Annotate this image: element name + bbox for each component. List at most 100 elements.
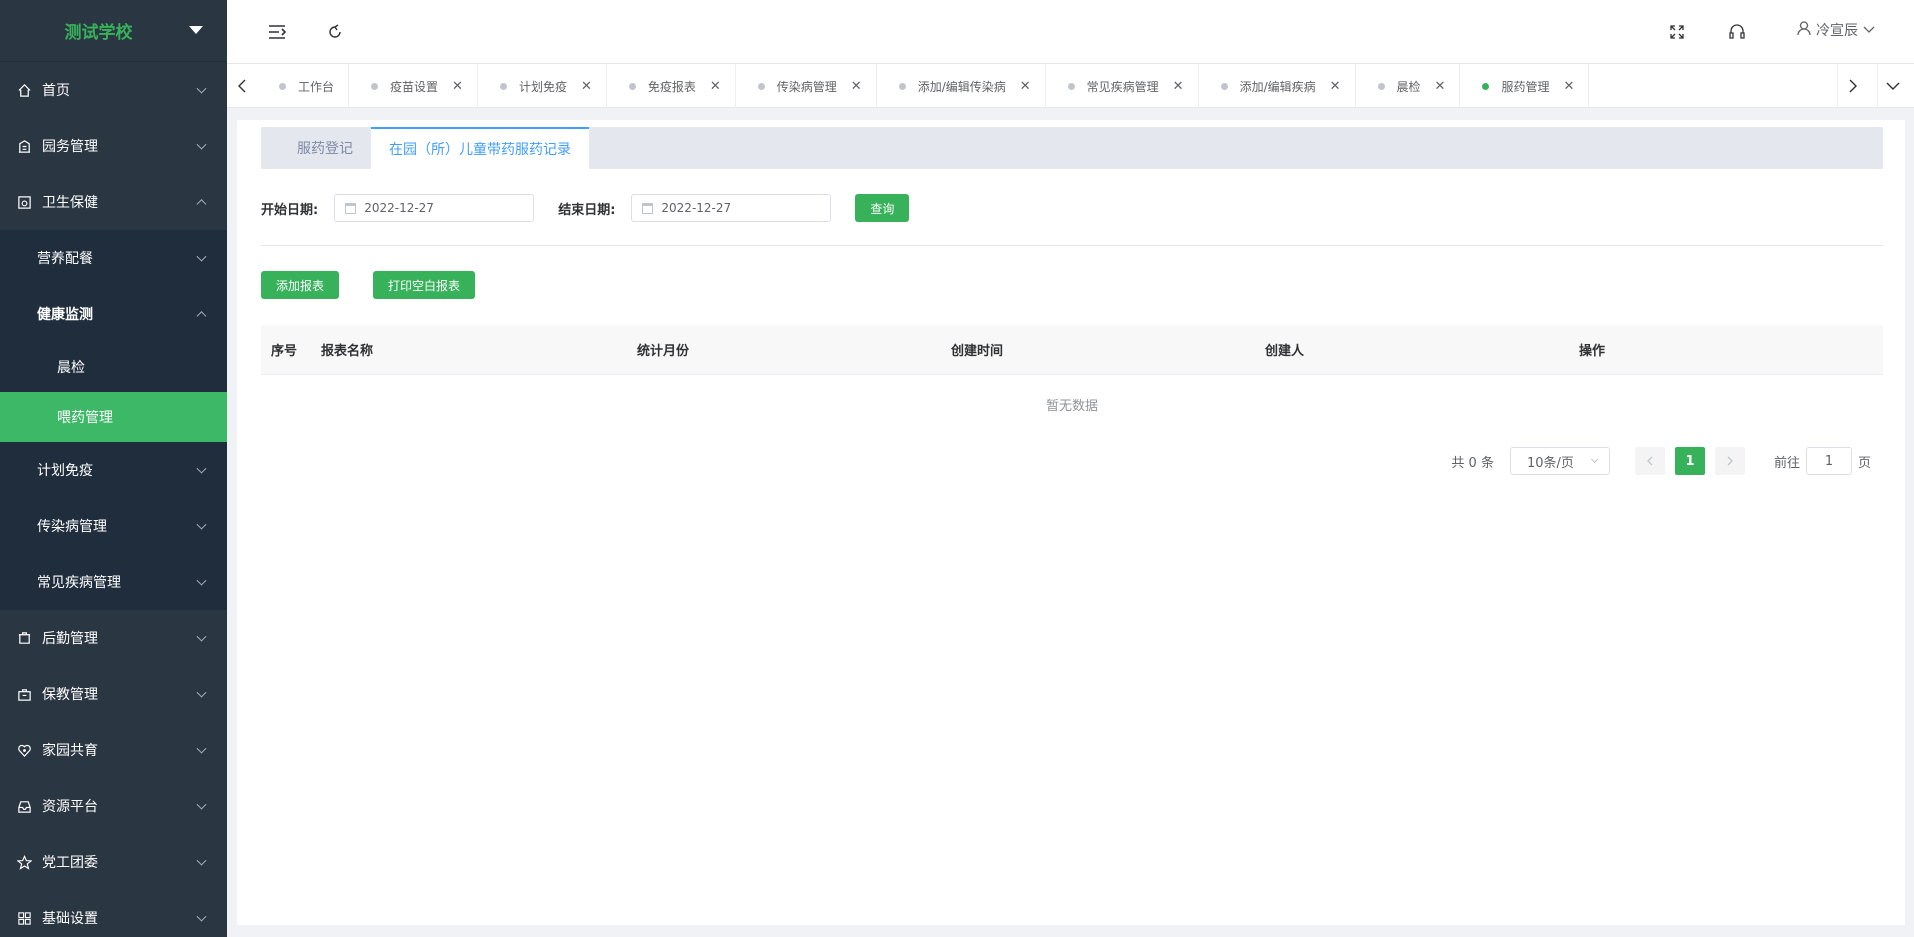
sidebar-item-morning-check[interactable]: 晨检 <box>0 342 227 392</box>
heart-icon <box>16 742 32 758</box>
tab-label: 服药管理 <box>1501 79 1550 94</box>
tab-medicine-records[interactable]: 在园（所）儿童带药服药记录 <box>371 127 589 169</box>
page-size-select[interactable]: 10条/页 <box>1509 447 1610 475</box>
tab-common-disease[interactable]: 常见疾病管理 ✕ <box>1046 64 1199 108</box>
divider <box>261 245 1883 246</box>
chevron-up-icon <box>196 311 207 322</box>
sidebar-item-home-school[interactable]: 家园共育 <box>0 722 227 778</box>
tab-label: 添加/编辑传染病 <box>917 79 1006 94</box>
close-icon[interactable]: ✕ <box>710 79 721 94</box>
close-icon[interactable]: ✕ <box>581 79 592 94</box>
page-size-value: 10条/页 <box>1526 455 1574 471</box>
chevron-left-icon[interactable] <box>227 64 257 108</box>
close-icon[interactable]: ✕ <box>1020 79 1031 94</box>
close-icon[interactable]: ✕ <box>851 79 862 94</box>
table-header: 序号 报表名称 统计月份 创建时间 创建人 操作 <box>261 325 1883 375</box>
sidebar-item-affairs[interactable]: 园务管理 <box>0 118 227 174</box>
sidebar-item-immunization[interactable]: 计划免疫 <box>0 442 227 498</box>
total-count: 共 0 条 <box>1451 455 1494 471</box>
chevron-down-icon[interactable] <box>1877 64 1907 108</box>
column-header: 序号 <box>271 344 298 359</box>
goto-page-input[interactable]: 1 <box>1805 447 1852 475</box>
action-buttons: 添加报表 打印空白报表 <box>261 271 476 299</box>
menu-fold-icon[interactable] <box>267 22 287 42</box>
close-icon[interactable]: ✕ <box>1435 79 1446 94</box>
tab-dot <box>1482 82 1490 90</box>
sidebar-item-education[interactable]: 保教管理 <box>0 666 227 722</box>
tab-vaccine-settings[interactable]: 疫苗设置 ✕ <box>349 64 478 108</box>
tab-dot <box>1220 82 1228 90</box>
sidebar-item-label: 晨检 <box>57 360 85 376</box>
sidebar-item-label: 后勤管理 <box>42 631 98 647</box>
sidebar-item-label: 资源平台 <box>42 799 98 815</box>
sidebar-item-label: 家园共育 <box>42 743 98 759</box>
sidebar-item-common-disease[interactable]: 常见疾病管理 <box>0 554 227 610</box>
sidebar-item-label: 计划免疫 <box>37 463 93 479</box>
sidebar-item-health-monitor[interactable]: 健康监测 <box>0 286 227 342</box>
start-date-input[interactable]: 2022-12-27 <box>334 194 535 222</box>
tab-dot <box>371 82 379 90</box>
tab-medicine-register[interactable]: 服药登记 <box>279 127 371 169</box>
grid-icon <box>16 910 32 926</box>
next-page-button[interactable] <box>1714 447 1745 475</box>
home-icon <box>16 82 32 98</box>
sidebar-item-settings[interactable]: 基础设置 <box>0 890 227 937</box>
tab-workbench[interactable]: 工作台 <box>257 64 350 108</box>
health-icon <box>16 194 32 210</box>
user-icon <box>1796 20 1812 40</box>
chevron-down-icon <box>1590 455 1599 464</box>
chevron-down-icon <box>196 575 207 586</box>
sidebar-item-medicine[interactable]: 喂药管理 <box>0 392 227 442</box>
sidebar-item-label: 党工团委 <box>42 855 98 871</box>
sidebar-item-logistics[interactable]: 后勤管理 <box>0 610 227 666</box>
sidebar-item-nutrition[interactable]: 营养配餐 <box>0 230 227 286</box>
tab-medicine-mgmt[interactable]: 服药管理 ✕ <box>1460 64 1590 108</box>
refresh-icon[interactable] <box>325 22 345 42</box>
sidebar-item-party[interactable]: 党工团委 <box>0 834 227 890</box>
sidebar-item-infectious[interactable]: 传染病管理 <box>0 498 227 554</box>
add-report-button[interactable]: 添加报表 <box>261 271 340 299</box>
logistics-icon <box>16 630 32 646</box>
inbox-icon <box>16 798 32 814</box>
tab-label: 晨检 <box>1396 79 1421 94</box>
sidebar-item-home[interactable]: 首页 <box>0 62 227 118</box>
date-filter: 开始日期: 2022-12-27 结束日期: 2022-12-27 查询 <box>261 194 910 222</box>
briefcase-icon <box>16 686 32 702</box>
sidebar-item-label: 卫生保健 <box>42 195 98 211</box>
close-icon[interactable]: ✕ <box>1330 79 1341 94</box>
close-icon[interactable]: ✕ <box>1563 79 1574 94</box>
sidebar-item-label: 常见疾病管理 <box>37 575 121 591</box>
user-menu[interactable]: 冷宣辰 <box>1796 20 1876 40</box>
column-header: 操作 <box>1579 344 1606 359</box>
chevron-down-icon <box>196 799 207 810</box>
tab-immunization-report[interactable]: 免疫报表 ✕ <box>607 64 736 108</box>
fullscreen-icon[interactable] <box>1667 22 1687 42</box>
tab-edit-infectious[interactable]: 添加/编辑传染病 ✕ <box>877 64 1046 108</box>
print-blank-report-button[interactable]: 打印空白报表 <box>373 271 476 299</box>
star-icon <box>16 854 32 870</box>
caret-down-icon[interactable] <box>189 26 203 34</box>
school-logo[interactable]: 测试学校 <box>0 0 227 62</box>
chevron-down-icon <box>196 83 207 94</box>
query-button[interactable]: 查询 <box>855 194 910 222</box>
tab-edit-disease[interactable]: 添加/编辑疾病 ✕ <box>1199 64 1356 108</box>
tab-morning-check[interactable]: 晨检 ✕ <box>1356 64 1461 108</box>
tab-infectious-mgmt[interactable]: 传染病管理 ✕ <box>736 64 877 108</box>
close-icon[interactable]: ✕ <box>1173 79 1184 94</box>
sidebar-item-label: 首页 <box>42 83 70 99</box>
headset-icon[interactable] <box>1727 22 1747 42</box>
tab-dot <box>628 82 636 90</box>
prev-page-button[interactable] <box>1634 447 1665 475</box>
end-date-input[interactable]: 2022-12-27 <box>631 194 832 222</box>
chevron-right-icon[interactable] <box>1837 64 1867 108</box>
tab-immunization-plan[interactable]: 计划免疫 ✕ <box>478 64 607 108</box>
report-table: 序号 报表名称 统计月份 创建时间 创建人 操作 暂无数据 <box>261 325 1883 433</box>
calendar-icon <box>642 202 654 214</box>
column-header: 报表名称 <box>321 344 374 359</box>
close-icon[interactable]: ✕ <box>452 79 463 94</box>
tab-label: 添加/编辑疾病 <box>1239 79 1316 94</box>
sidebar-item-resources[interactable]: 资源平台 <box>0 778 227 834</box>
tab-label: 免疫报表 <box>647 79 696 94</box>
sidebar-item-health[interactable]: 卫生保健 <box>0 174 227 230</box>
page-number[interactable]: 1 <box>1674 447 1705 475</box>
